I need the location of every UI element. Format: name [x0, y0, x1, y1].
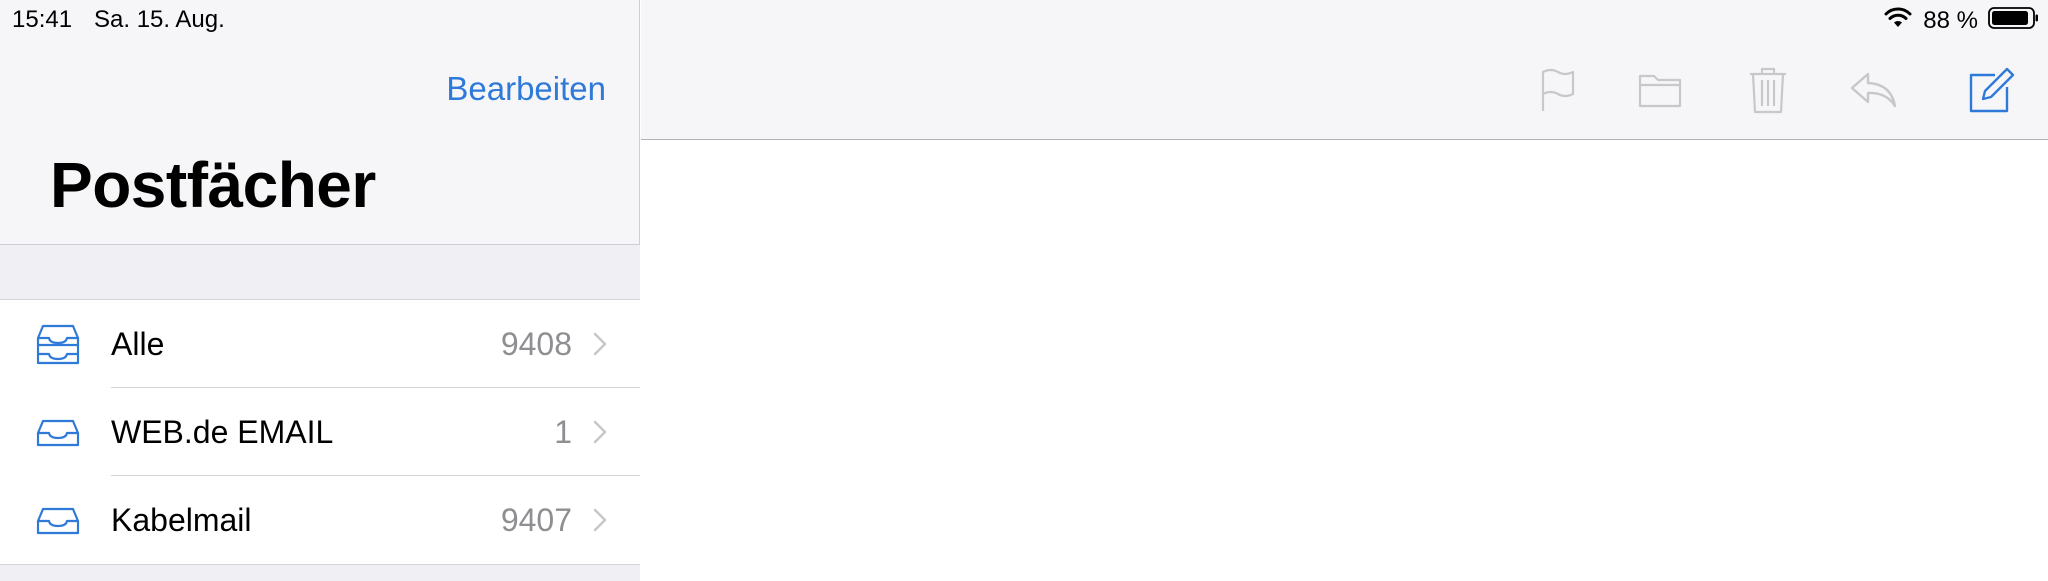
message-detail-pane: 88 % [641, 0, 2048, 581]
chevron-right-icon [592, 330, 608, 358]
flag-icon[interactable] [1532, 64, 1584, 116]
battery-percentage: 88 % [1923, 6, 1978, 34]
message-content-area [641, 140, 2048, 581]
message-toolbar: 88 % [641, 0, 2048, 140]
mailbox-list: Alle 9408 WEB.de EMAIL 1 Kabelmail 9407 [0, 300, 640, 564]
mailbox-label: WEB.de EMAIL [111, 413, 334, 450]
mailbox-row-webde[interactable]: WEB.de EMAIL 1 [0, 388, 640, 476]
compose-icon[interactable] [1964, 64, 2016, 116]
all-inboxes-icon [34, 320, 82, 368]
mailbox-count: 1 [554, 413, 572, 450]
mailbox-label: Alle [111, 325, 165, 362]
mailbox-label: Kabelmail [111, 501, 252, 538]
section-spacer-bottom [0, 565, 640, 581]
wifi-icon [1883, 7, 1913, 34]
mailbox-count: 9407 [500, 501, 572, 538]
status-time: 15:41 [12, 6, 73, 33]
folder-icon[interactable] [1634, 64, 1686, 116]
section-spacer [0, 245, 640, 300]
battery-icon [1988, 6, 2040, 35]
edit-button[interactable]: Bearbeiten [446, 70, 606, 108]
mailboxes-sidebar: 15:41 Sa. 15. Aug. Bearbeiten Postfächer… [0, 0, 640, 581]
chevron-right-icon [592, 418, 608, 446]
inbox-icon [34, 408, 82, 456]
reply-icon[interactable] [1847, 64, 1899, 116]
trash-icon[interactable] [1742, 64, 1794, 116]
page-title: Postfächer [50, 149, 376, 221]
status-date: Sa. 15. Aug. [94, 6, 225, 33]
mailbox-count: 9408 [500, 325, 572, 362]
mailbox-row-kabelmail[interactable]: Kabelmail 9407 [0, 476, 640, 564]
mailbox-row-all[interactable]: Alle 9408 [0, 300, 640, 388]
inbox-icon [34, 496, 82, 544]
chevron-right-icon [592, 506, 608, 534]
status-bar-right: 88 % [1883, 6, 2040, 35]
